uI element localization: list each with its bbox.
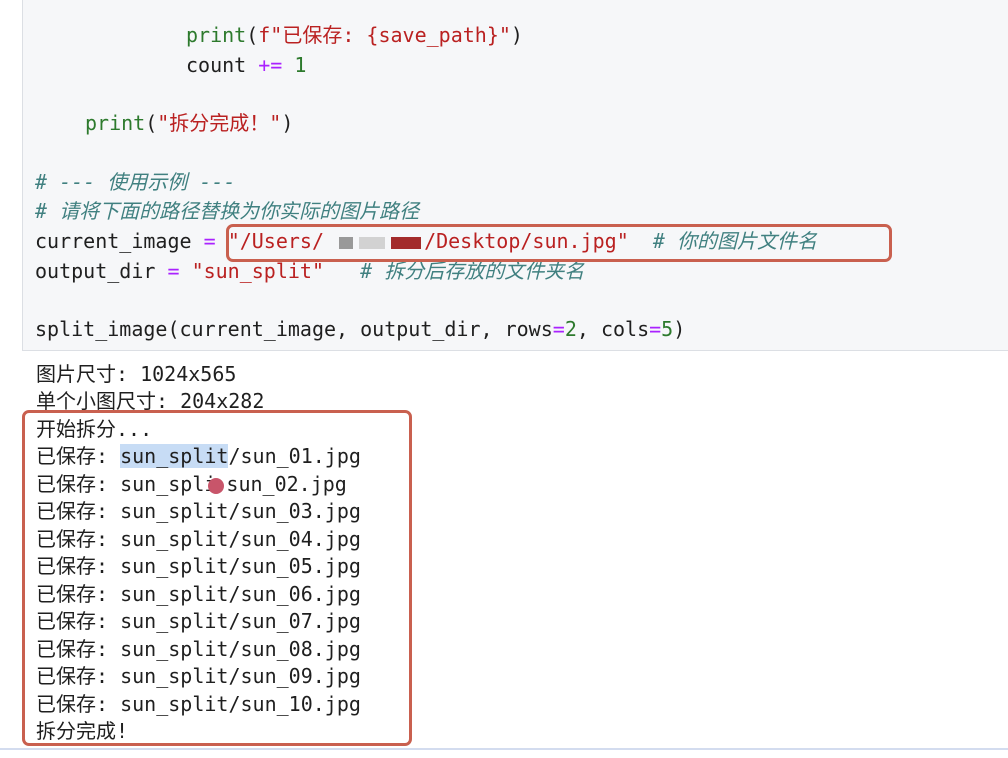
code-token: 1 (294, 53, 307, 77)
code-token: , cols (576, 317, 650, 341)
code-token: split_image(current_image, output_dir, r… (35, 317, 553, 341)
code-comment-replace: # 请将下面的路径替换为你实际的图片路径 (35, 199, 420, 223)
code-token: += (258, 53, 283, 77)
code-token: ) (510, 23, 523, 47)
code-token: ( (145, 111, 158, 135)
code-token: ) (281, 111, 294, 135)
code-token: "拆分完成！" (157, 111, 282, 135)
code-token: 5 (661, 317, 674, 341)
code-token: current_image (35, 229, 192, 253)
code-token: "sun_split" (191, 259, 325, 283)
code-token: output_dir (35, 259, 156, 283)
code-token: = (167, 259, 180, 283)
code-token: 2 (564, 317, 577, 341)
output-image-size: 图片尺寸: 1024x565 (36, 362, 237, 386)
code-token: count (186, 53, 247, 77)
output-highlight-box (22, 410, 412, 746)
path-highlight-box (226, 224, 892, 262)
code-line-print-saved: print(f"已保存: {save_path}") (186, 20, 523, 50)
code-token: = (649, 317, 662, 341)
code-token: # 拆分后存放的文件夹名 (360, 259, 585, 283)
code-line-count: count += 1 (186, 50, 306, 80)
code-token: ( (246, 23, 259, 47)
code-cell[interactable]: print(f"已保存: {save_path}") count += 1 pr… (22, 0, 1008, 351)
code-token: print (85, 111, 146, 135)
code-token: f"已保存: {save_path}" (258, 23, 511, 47)
code-token: ) (673, 317, 686, 341)
code-token: = (203, 229, 216, 253)
code-comment-usage: # --- 使用示例 --- (35, 170, 236, 194)
code-token: print (186, 23, 247, 47)
code-token: = (552, 317, 565, 341)
code-line-print-done: print("拆分完成！") (85, 108, 293, 138)
cell-divider (0, 748, 1008, 750)
code-line-split-call: split_image(current_image, output_dir, r… (35, 314, 685, 344)
